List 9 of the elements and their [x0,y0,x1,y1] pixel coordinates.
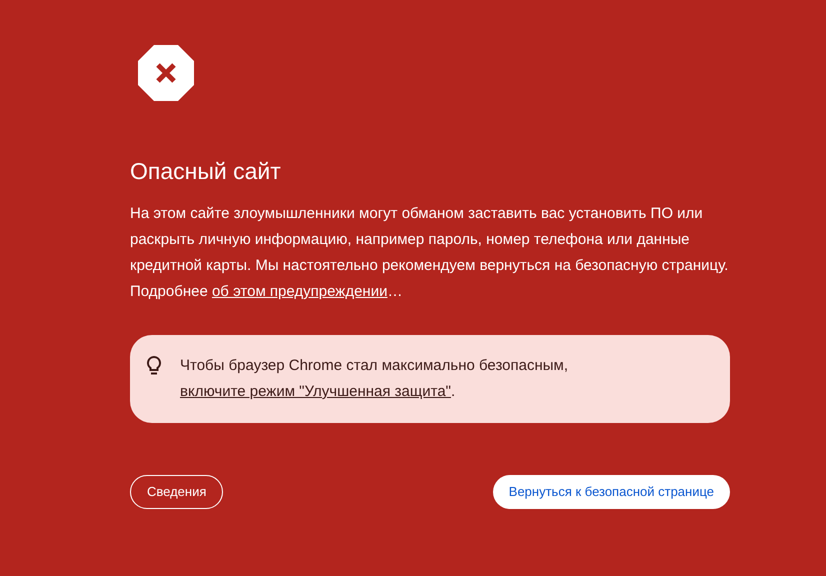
danger-icon [138,45,194,101]
link[interactable]: включите режим "Улучшенная защита" [180,383,451,400]
lightbulb-icon [146,355,162,377]
tip-text: Чтобы браузер Chrome стал максимально безопасным, включите режим "Улучшенная защита". [180,356,570,402]
details-button[interactable]: Сведения [130,475,224,509]
page-title: Опасный сайт [130,157,282,186]
link[interactable]: об этом предупреждении [212,283,388,300]
back-to-safety-button[interactable]: Вернуться к безопасной странице [492,475,730,509]
warning-text: На этом сайте злоумышленники могут обманом заставить вас установить ПО или раскрыть личную информацию, например пароль, номер телефона или данные кредитной карты. Мы настоятельно рекомендуем вернуться на безопасную страницу. Подробнее об этом предупреждении… [130,204,730,302]
